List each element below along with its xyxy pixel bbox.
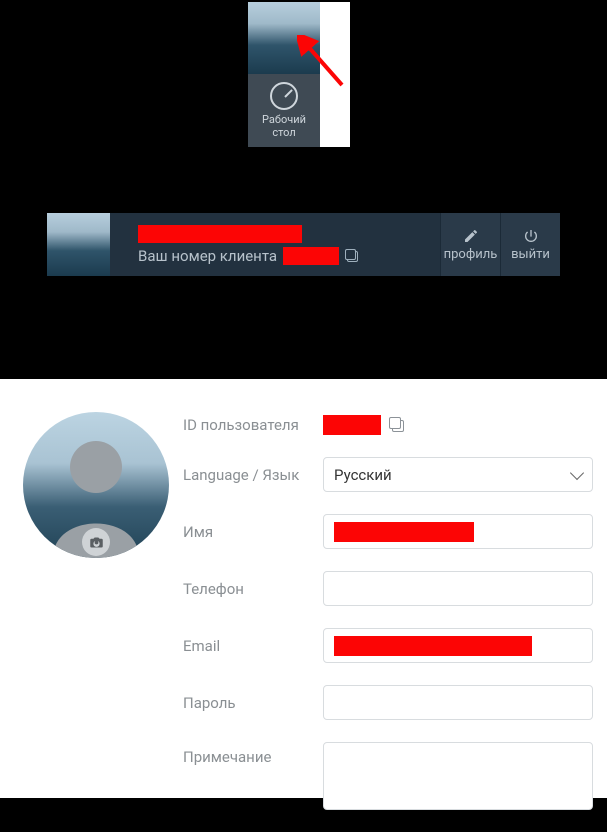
language-select[interactable]: Русский [323, 457, 593, 492]
logout-button-label: выйти [511, 247, 550, 262]
row-password: Пароль [183, 685, 593, 720]
note-textarea[interactable] [323, 742, 593, 810]
row-name: Имя [183, 514, 593, 549]
redacted-user-id [323, 415, 381, 435]
password-input[interactable] [323, 685, 593, 720]
header-actions: профиль выйти [440, 213, 560, 276]
profile-panel: ID пользователя Language / Язык Русский … [0, 379, 607, 798]
top-widget: Рабочий стол [248, 2, 350, 147]
profile-form: ID пользователя Language / Язык Русский … [183, 415, 593, 832]
gauge-icon [270, 82, 298, 110]
row-user-id: ID пользователя [183, 415, 593, 435]
client-number-row: Ваш номер клиента [138, 247, 440, 265]
dashboard-label-line1: Рабочий [262, 114, 306, 126]
avatar-camera-button[interactable] [82, 528, 110, 556]
pencil-icon [463, 228, 479, 244]
label-name: Имя [183, 523, 323, 541]
dashboard-label-line2: стол [272, 127, 295, 139]
copy-icon[interactable] [389, 417, 405, 433]
redacted-email [334, 636, 532, 656]
phone-input[interactable] [323, 571, 593, 606]
app-header: Ваш номер клиента профиль выйти [47, 213, 560, 276]
row-email: Email [183, 628, 593, 663]
header-sea-thumbnail [47, 213, 110, 276]
email-input[interactable] [323, 628, 593, 663]
profile-button-label: профиль [444, 247, 498, 262]
header-center: Ваш номер клиента [110, 213, 440, 276]
name-input[interactable] [323, 514, 593, 549]
label-phone: Телефон [183, 580, 323, 598]
label-note: Примечание [183, 742, 323, 766]
label-email: Email [183, 637, 323, 655]
camera-icon [89, 535, 104, 550]
redacted-name [334, 522, 474, 542]
copy-icon[interactable] [345, 249, 359, 263]
label-password: Пароль [183, 694, 323, 712]
language-select-value: Русский [334, 466, 392, 484]
avatar [23, 412, 169, 558]
row-note: Примечание [183, 742, 593, 810]
label-user-id: ID пользователя [183, 416, 323, 434]
client-number-label: Ваш номер клиента [138, 247, 277, 265]
chevron-down-icon [570, 465, 584, 479]
row-language: Language / Язык Русский [183, 457, 593, 492]
power-icon [523, 228, 539, 244]
dashboard-tile[interactable]: Рабочий стол [248, 74, 320, 147]
redacted-title [138, 225, 302, 243]
sea-thumbnail [248, 2, 320, 74]
profile-button[interactable]: профиль [440, 213, 500, 276]
row-phone: Телефон [183, 571, 593, 606]
logout-button[interactable]: выйти [500, 213, 560, 276]
redacted-client-number [283, 247, 339, 265]
label-language: Language / Язык [183, 466, 323, 484]
